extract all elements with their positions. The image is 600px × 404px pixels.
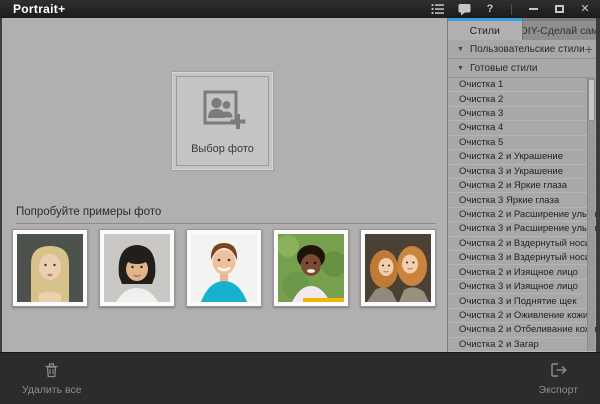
sidebar-tabs: Стили DIY-Сделай сам (448, 18, 596, 40)
sample-photo-5[interactable] (360, 229, 436, 307)
style-list-item[interactable]: Очистка 3 и Украшение (448, 165, 596, 179)
sample-photo-4-image (278, 234, 344, 302)
style-list-item[interactable]: Очистка 3 и Изящное лицо (448, 280, 596, 294)
style-list-item[interactable]: Очистка 5 (448, 136, 596, 150)
scrollbar[interactable] (587, 77, 595, 351)
sample-photo-2-image (104, 234, 170, 302)
style-list-item[interactable]: Очистка 2 и Загар (448, 338, 596, 352)
close-button[interactable]: ✕ (578, 2, 592, 16)
help-icon[interactable]: ? (483, 2, 497, 16)
export-button[interactable]: Экспорт (539, 362, 578, 396)
styles-list: Очистка 1Очистка 2Очистка 3Очистка 4Очис… (448, 78, 596, 352)
collapse-arrow-icon: ▼ (457, 65, 464, 72)
tab-diy[interactable]: DIY-Сделай сам (522, 18, 597, 40)
style-list-item[interactable]: Очистка 2 и Украшение (448, 150, 596, 164)
add-photo-icon (199, 88, 246, 138)
samples-divider (16, 223, 436, 224)
feedback-icon[interactable] (457, 2, 471, 16)
style-list-item[interactable]: Очистка 2 и Вздернутый носик (448, 237, 596, 251)
style-list-item[interactable]: Очистка 2 (448, 92, 596, 106)
window-title: Portrait+ (13, 2, 65, 16)
menu-icon[interactable] (431, 2, 445, 16)
sample-photo-5-image (365, 234, 431, 302)
tab-styles[interactable]: Стили (448, 18, 522, 40)
style-list-item[interactable]: Очистка 3 (448, 107, 596, 121)
choose-photo-button[interactable]: Выбор фото (172, 72, 273, 170)
style-list-item[interactable]: Очистка 2 и Оживление кожи (448, 309, 596, 323)
style-list-item[interactable]: Очистка 3 и Вздернутый носик (448, 251, 596, 265)
titlebar-icons: ? ✕ (431, 2, 592, 16)
style-list-item[interactable]: Очистка 3 и Расширение улыбки (448, 222, 596, 236)
style-list-item[interactable]: Очистка 3 Яркие глаза (448, 193, 596, 207)
sample-photo-2[interactable] (99, 229, 175, 307)
content-row: Выбор фото Попробуйте примеры фото (0, 18, 600, 352)
export-icon (549, 362, 568, 381)
section-user-styles-label: Пользовательские стили (470, 44, 585, 55)
style-list-item[interactable]: Очистка 2 и Изящное лицо (448, 265, 596, 279)
style-list-item[interactable]: Очистка 1 (448, 78, 596, 92)
minimize-button[interactable] (526, 2, 540, 16)
trash-icon (44, 362, 59, 381)
app-window: Portrait+ ? ✕ (0, 0, 600, 404)
maximize-button[interactable] (552, 2, 566, 16)
titlebar-separator (511, 4, 512, 15)
sample-photo-1-image (17, 234, 83, 302)
style-list-item[interactable]: Очистка 2 и Расширение улыбки (448, 208, 596, 222)
style-list-item[interactable]: Очистка 2 и Отбеливание кожи (448, 323, 596, 337)
sample-photo-3[interactable] (186, 229, 262, 307)
sample-photo-3-image (191, 234, 257, 302)
samples-title: Попробуйте примеры фото (16, 206, 161, 218)
main-area: Выбор фото Попробуйте примеры фото (2, 18, 447, 352)
sample-photo-1[interactable] (12, 229, 88, 307)
titlebar: Portrait+ ? ✕ (0, 0, 600, 18)
delete-all-label: Удалить все (22, 384, 82, 396)
section-ready-styles[interactable]: ▼ Готовые стили (448, 59, 596, 78)
choose-photo-label: Выбор фото (191, 143, 254, 155)
section-user-styles[interactable]: ▼ Пользовательские стили + (448, 40, 596, 59)
style-list-item[interactable]: Очистка 2 и Яркие глаза (448, 179, 596, 193)
add-style-button[interactable]: + (585, 42, 600, 56)
footer: Удалить все Экспорт (0, 352, 600, 404)
collapse-arrow-icon: ▼ (457, 46, 464, 53)
scrollbar-thumb[interactable] (588, 79, 595, 121)
sample-photo-4[interactable] (273, 229, 349, 307)
style-list-item[interactable]: Очистка 3 и Поднятие щек (448, 294, 596, 308)
sample-photo-row (12, 229, 436, 307)
style-list-item[interactable]: Очистка 4 (448, 121, 596, 135)
export-label: Экспорт (539, 384, 578, 396)
sidebar: Стили DIY-Сделай сам ▼ Пользовательские … (447, 18, 596, 352)
section-ready-styles-label: Готовые стили (470, 63, 538, 74)
delete-all-button[interactable]: Удалить все (22, 362, 82, 396)
